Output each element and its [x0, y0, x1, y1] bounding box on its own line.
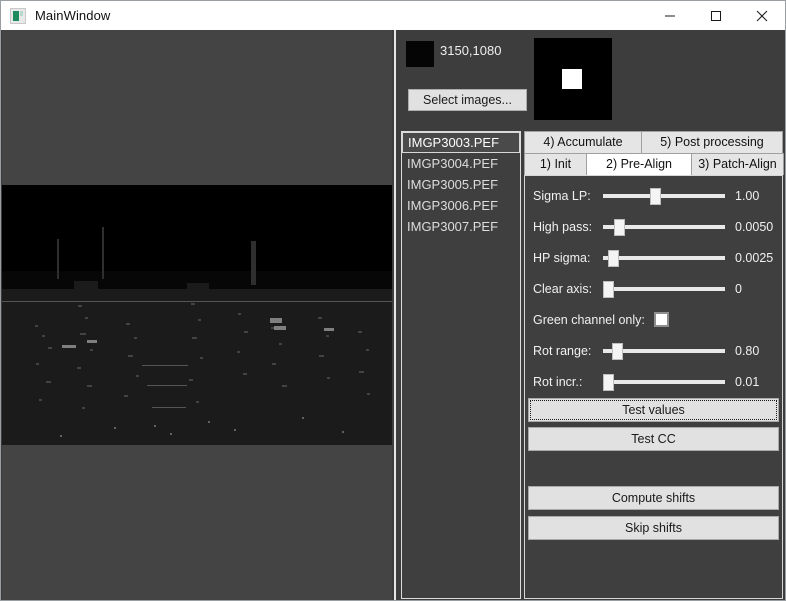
color-swatch — [406, 41, 434, 67]
tab-patch-align[interactable]: 3) Patch-Align — [691, 153, 784, 175]
close-button[interactable] — [739, 1, 785, 30]
slider-thumb[interactable] — [614, 219, 625, 236]
title-bar: MainWindow — [1, 1, 785, 30]
minimize-icon — [664, 10, 676, 22]
control-rot-range: Rot range: 0.80 — [525, 335, 782, 366]
clear-axis-slider[interactable] — [603, 279, 725, 299]
high-pass-label: High pass: — [525, 220, 603, 234]
select-images-button[interactable]: Select images... — [408, 89, 527, 111]
slider-thumb[interactable] — [650, 188, 661, 205]
list-item[interactable]: IMGP3006.PEF — [402, 195, 520, 216]
sigma-lp-slider[interactable] — [603, 186, 725, 206]
rot-incr-label: Rot incr.: — [525, 375, 603, 389]
slider-track — [603, 380, 725, 384]
control-rot-incr: Rot incr.: 0.01 — [525, 366, 782, 397]
minimize-button[interactable] — [647, 1, 693, 30]
image-preview-pane[interactable] — [2, 30, 392, 600]
main-window: MainWindow — [0, 0, 786, 601]
green-channel-checkbox[interactable] — [654, 312, 669, 327]
control-high-pass: High pass: 0.0050 — [525, 211, 782, 242]
high-pass-value: 0.0050 — [735, 220, 773, 234]
slider-track — [603, 256, 725, 260]
slider-thumb[interactable] — [608, 250, 619, 267]
control-pane: 3150,1080 Select images... IMGP3003.PEF … — [398, 30, 785, 600]
sigma-lp-value: 1.00 — [735, 189, 759, 203]
hp-sigma-label: HP sigma: — [525, 251, 603, 265]
night-cityscape-image — [2, 185, 392, 445]
rot-incr-value: 0.01 — [735, 375, 759, 389]
slider-thumb[interactable] — [603, 281, 614, 298]
sigma-lp-label: Sigma LP: — [525, 189, 603, 203]
coordinates-label: 3150,1080 — [440, 43, 501, 58]
window-controls — [647, 1, 785, 30]
app-icon — [10, 8, 26, 24]
slider-thumb[interactable] — [612, 343, 623, 360]
rot-range-slider[interactable] — [603, 341, 725, 361]
close-icon — [756, 10, 768, 22]
list-item[interactable]: IMGP3007.PEF — [402, 216, 520, 237]
rot-incr-slider[interactable] — [603, 372, 725, 392]
test-values-button[interactable]: Test values — [528, 398, 779, 422]
tab-post-processing[interactable]: 5) Post processing — [641, 131, 783, 153]
image-canvas[interactable] — [2, 185, 392, 445]
slider-track — [603, 194, 725, 198]
list-item[interactable]: IMGP3003.PEF — [402, 132, 520, 153]
window-title: MainWindow — [35, 8, 110, 24]
control-sigma-lp: Sigma LP: 1.00 — [525, 180, 782, 211]
tab-row-lower: 1) Init 2) Pre-Align 3) Patch-Align — [524, 153, 783, 175]
hp-sigma-slider[interactable] — [603, 248, 725, 268]
compute-shifts-button[interactable]: Compute shifts — [528, 486, 779, 510]
file-list[interactable]: IMGP3003.PEF IMGP3004.PEF IMGP3005.PEF I… — [401, 131, 521, 599]
maximize-button[interactable] — [693, 1, 739, 30]
clear-axis-label: Clear axis: — [525, 282, 603, 296]
tab-row-upper: 4) Accumulate 5) Post processing — [524, 131, 783, 153]
hp-sigma-value: 0.0025 — [735, 251, 773, 265]
pre-align-panel: Sigma LP: 1.00 High pass: 0.0050 — [524, 175, 783, 599]
tab-area: 4) Accumulate 5) Post processing 1) Init… — [524, 131, 783, 599]
patch-preview[interactable] — [534, 38, 612, 120]
tab-pre-align[interactable]: 2) Pre-Align — [586, 153, 692, 175]
patch-marker — [562, 69, 582, 89]
control-green-channel: Green channel only: — [525, 304, 782, 335]
green-channel-label: Green channel only: — [525, 313, 645, 327]
rot-range-value: 0.80 — [735, 344, 759, 358]
skip-shifts-button[interactable]: Skip shifts — [528, 516, 779, 540]
tab-init[interactable]: 1) Init — [524, 153, 587, 175]
list-item[interactable]: IMGP3005.PEF — [402, 174, 520, 195]
slider-track — [603, 287, 725, 291]
control-clear-axis: Clear axis: 0 — [525, 273, 782, 304]
tab-accumulate[interactable]: 4) Accumulate — [524, 131, 642, 153]
rot-range-label: Rot range: — [525, 344, 603, 358]
top-strip: 3150,1080 Select images... — [398, 30, 785, 128]
high-pass-slider[interactable] — [603, 217, 725, 237]
control-hp-sigma: HP sigma: 0.0025 — [525, 242, 782, 273]
maximize-icon — [710, 10, 722, 22]
slider-thumb[interactable] — [603, 374, 614, 391]
clear-axis-value: 0 — [735, 282, 742, 296]
list-item[interactable]: IMGP3004.PEF — [402, 153, 520, 174]
test-cc-button[interactable]: Test CC — [528, 427, 779, 451]
